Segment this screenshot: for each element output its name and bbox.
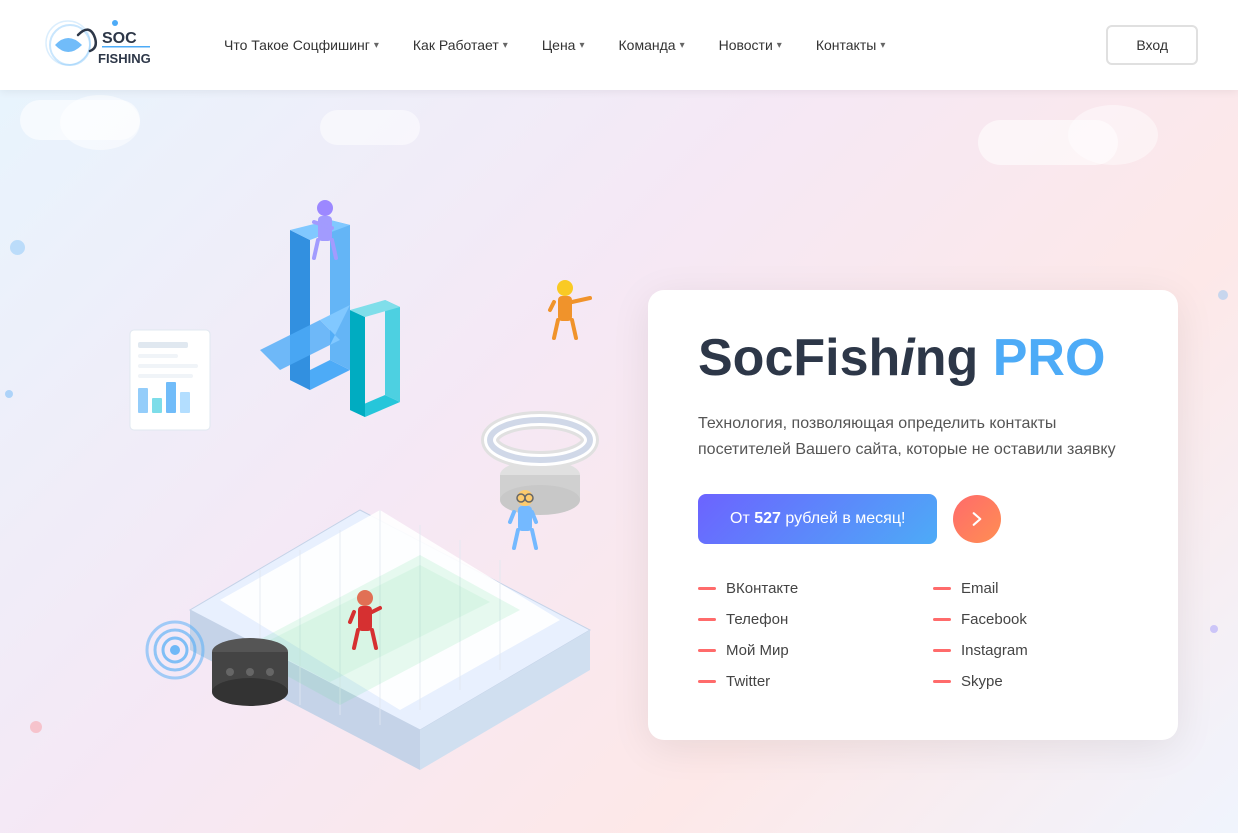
logo[interactable]: SOC FISHING bbox=[40, 13, 150, 78]
site-header: SOC FISHING Что Такое Соцфишинг ▾ Как Ра… bbox=[0, 0, 1238, 90]
cta-button[interactable]: От 527 рублей в месяц! bbox=[698, 494, 937, 544]
nav-item-news[interactable]: Новости ▾ bbox=[705, 29, 796, 61]
feature-vkontakte: ВКонтакте bbox=[698, 580, 893, 597]
feature-moimir: Мой Мир bbox=[698, 642, 893, 659]
feature-dash-icon bbox=[933, 618, 951, 621]
feature-dash-icon bbox=[698, 587, 716, 590]
hero-title-pro: PRO bbox=[993, 329, 1106, 387]
chevron-down-icon: ▾ bbox=[777, 40, 782, 51]
hero-description: Технология, позволяющая определить конта… bbox=[698, 411, 1128, 462]
feature-dash-icon bbox=[933, 680, 951, 683]
nav-item-team[interactable]: Команда ▾ bbox=[605, 29, 699, 61]
cta-arrow-button[interactable] bbox=[953, 495, 1001, 543]
deco-dot bbox=[1210, 625, 1218, 633]
chevron-down-icon: ▾ bbox=[880, 40, 885, 51]
login-button[interactable]: Вход bbox=[1106, 25, 1198, 65]
main-nav: Что Такое Соцфишинг ▾ Как Работает ▾ Цен… bbox=[210, 29, 1106, 61]
hero-content-card: SocFishing PRO Технология, позволяющая о… bbox=[648, 290, 1178, 740]
deco-dot bbox=[1218, 290, 1228, 300]
feature-telefon: Телефон bbox=[698, 611, 893, 628]
feature-dash-icon bbox=[933, 649, 951, 652]
nav-item-contacts[interactable]: Контакты ▾ bbox=[802, 29, 900, 61]
nav-item-socfishing[interactable]: Что Такое Соцфишинг ▾ bbox=[210, 29, 393, 61]
deco-dot bbox=[10, 240, 25, 255]
svg-text:SOC: SOC bbox=[102, 30, 137, 47]
feature-dash-icon bbox=[698, 649, 716, 652]
feature-instagram: Instagram bbox=[933, 642, 1128, 659]
nav-item-howworks[interactable]: Как Работает ▾ bbox=[399, 29, 522, 61]
chevron-down-icon: ▾ bbox=[503, 40, 508, 51]
features-grid: ВКонтакте Email Телефон Facebook Мой Мир… bbox=[698, 580, 1128, 690]
cta-row: От 527 рублей в месяц! bbox=[698, 494, 1128, 544]
nav-item-price[interactable]: Цена ▾ bbox=[528, 29, 599, 61]
chevron-down-icon: ▾ bbox=[579, 40, 584, 51]
feature-email: Email bbox=[933, 580, 1128, 597]
chevron-down-icon: ▾ bbox=[680, 40, 685, 51]
feature-twitter: Twitter bbox=[698, 673, 893, 690]
deco-dot bbox=[5, 390, 13, 398]
hero-title: SocFishing PRO bbox=[698, 330, 1128, 387]
feature-dash-icon bbox=[933, 587, 951, 590]
svg-text:FISHING: FISHING bbox=[98, 51, 150, 66]
feature-dash-icon bbox=[698, 680, 716, 683]
deco-dot bbox=[30, 721, 42, 733]
chevron-down-icon: ▾ bbox=[374, 40, 379, 51]
feature-facebook: Facebook bbox=[933, 611, 1128, 628]
hero-illustration bbox=[60, 130, 660, 810]
hero-section: SocFishing PRO Технология, позволяющая о… bbox=[0, 90, 1238, 833]
hero-title-text: SocFishing bbox=[698, 329, 993, 387]
cloud-decoration bbox=[1068, 105, 1158, 165]
feature-dash-icon bbox=[698, 618, 716, 621]
feature-skype: Skype bbox=[933, 673, 1128, 690]
